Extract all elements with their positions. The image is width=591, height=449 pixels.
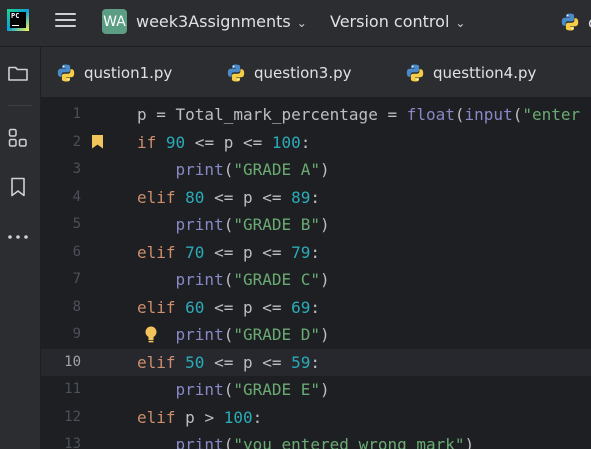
code-text: p = Total_mark_percentage = float(input(… [137,105,581,124]
code-line[interactable]: 13 print("you entered wrong mark") [41,431,591,449]
code-text: print("GRADE D") [175,325,330,344]
line-number[interactable]: 8 [41,294,81,322]
code-text: print("GRADE E") [175,380,330,399]
app-logo-text: PC [10,12,26,28]
python-file-icon [57,64,75,81]
line-number[interactable]: 2 [41,129,81,157]
pycharm-logo-icon[interactable]: PC [7,9,29,31]
line-number[interactable]: 10 [41,349,81,377]
tab-qustion1[interactable]: qustion1.py [56,47,172,98]
line-number[interactable]: 11 [41,376,81,404]
code-line[interactable]: 12 elif p > 100: [41,404,591,432]
code-line[interactable]: 7 print("GRADE C") [41,266,591,294]
version-control-menu[interactable]: Version control ⌄ [330,12,465,31]
project-badge[interactable]: WA [102,9,127,34]
line-number[interactable]: 7 [41,266,81,294]
title-bar: PC WA week3Assignments ⌄ Version control ⌄… [0,0,591,47]
code-text: elif 60 <= p <= 69: [137,297,321,317]
project-icon[interactable] [6,61,30,85]
code-text: elif 70 <= p <= 79: [137,242,321,262]
python-file-icon [561,13,579,31]
code-text: elif p > 100: [137,407,263,427]
more-icon[interactable] [6,225,30,249]
tab-questtion4[interactable]: questtion4.py [405,47,536,98]
tab-question3[interactable]: question3.py [226,47,352,98]
code-line[interactable]: 5 print("GRADE B") [41,211,591,239]
python-file-icon [406,64,424,81]
line-number[interactable]: 1 [41,101,81,129]
tab-label: qustion1.py [84,63,173,82]
tab-label: question3.py [254,63,352,82]
code-line[interactable]: 3 print("GRADE A") [41,156,591,184]
code-text: print("GRADE B") [175,215,330,234]
code-editor[interactable]: 1 p = Total_mark_percentage = float(input… [41,98,591,449]
code-text: print("GRADE C") [175,270,330,289]
line-number[interactable]: 6 [41,239,81,267]
bookmark-icon[interactable] [92,134,103,149]
code-line[interactable]: 9 print("GRADE D") [41,321,591,349]
line-number[interactable]: 9 [41,321,81,349]
tab-label: questtion4.py [433,63,537,82]
editor-tab-bar: qustion1.py question3.py questtion4.py [41,47,591,98]
bookmarks-icon[interactable] [6,175,30,199]
code-text: print("you entered wrong mark") [175,435,475,449]
code-line[interactable]: 1 p = Total_mark_percentage = float(input… [41,101,591,129]
project-name: week3Assignments [136,12,291,31]
code-text: if 90 <= p <= 100: [137,132,311,152]
code-text: elif 80 <= p <= 89: [137,187,321,207]
line-number[interactable]: 12 [41,404,81,432]
code-line[interactable]: 6 elif 70 <= p <= 79: [41,239,591,267]
main-menu-icon[interactable] [55,11,76,29]
line-number[interactable]: 4 [41,184,81,212]
line-number[interactable]: 5 [41,211,81,239]
tool-window-strip [0,47,41,449]
toolstrip-divider [8,105,32,106]
code-line[interactable]: 11 print("GRADE E") [41,376,591,404]
code-text: print("GRADE A") [175,160,330,179]
run-configuration-selector[interactable]: c [560,12,591,32]
chevron-down-icon: ⌄ [296,16,307,30]
line-number[interactable]: 3 [41,156,81,184]
structure-icon[interactable] [6,126,30,150]
chevron-down-icon: ⌄ [455,16,466,30]
code-line[interactable]: 4 elif 80 <= p <= 89: [41,184,591,212]
code-line[interactable]: 8 elif 60 <= p <= 69: [41,294,591,322]
line-number[interactable]: 13 [41,431,81,449]
python-file-icon [227,64,245,81]
code-text: elif 50 <= p <= 59: [137,352,321,372]
lightbulb-icon[interactable] [144,325,158,345]
current-code-line[interactable]: 10 elif 50 <= p <= 59: [41,348,591,377]
project-selector[interactable]: week3Assignments ⌄ [136,12,307,31]
code-line[interactable]: 2 if 90 <= p <= 100: [41,129,591,157]
version-control-label: Version control [330,12,450,31]
